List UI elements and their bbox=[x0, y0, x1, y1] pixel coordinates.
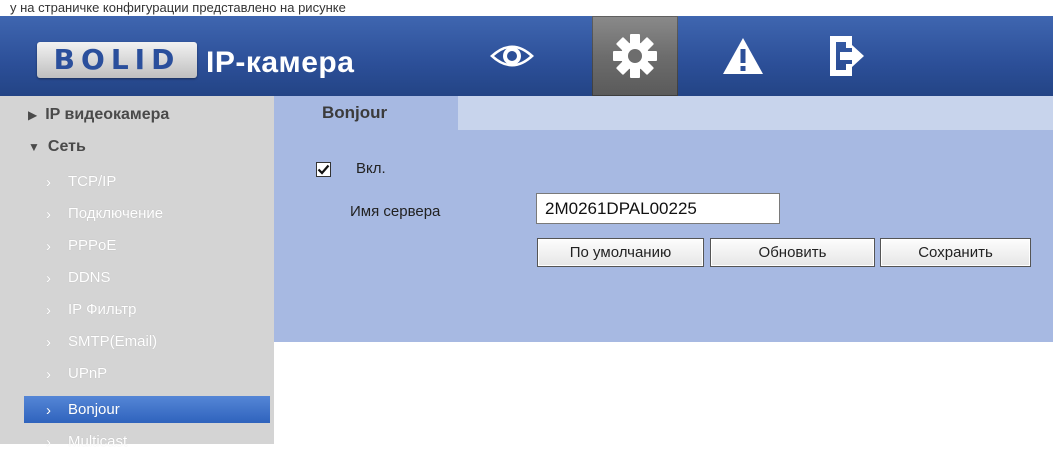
default-button[interactable]: По умолчанию bbox=[537, 238, 704, 267]
logo-text: BOLID bbox=[53, 43, 181, 76]
eye-icon bbox=[490, 45, 534, 67]
sidebar-item-label: PPPoE bbox=[68, 237, 117, 254]
sidebar-item-label: TCP/IP bbox=[68, 173, 117, 190]
sidebar-item-label: IP Фильтр bbox=[68, 301, 137, 318]
sidebar-item-pppoe[interactable]: › PPPoE bbox=[24, 232, 270, 259]
sidebar-item-label: Подключение bbox=[68, 205, 164, 222]
gear-icon bbox=[613, 34, 657, 78]
save-button[interactable]: Сохранить bbox=[880, 238, 1031, 267]
sidebar-item-label: Multicast bbox=[68, 433, 128, 450]
chevron-right-icon: › bbox=[46, 270, 51, 287]
sidebar-item-upnp[interactable]: › UPnP bbox=[24, 360, 270, 387]
sidebar-group-label: Сеть bbox=[47, 138, 86, 155]
chevron-right-icon: › bbox=[46, 366, 51, 383]
alarm-button[interactable] bbox=[700, 16, 786, 96]
expand-triangle-icon: ▶ bbox=[28, 108, 38, 122]
sidebar-group-label: IP видеокамера bbox=[45, 106, 170, 123]
content-area: Bonjour Вкл. Имя сервера По умолчанию Об… bbox=[274, 96, 1053, 444]
sidebar-item-tcpip[interactable]: › TCP/IP bbox=[24, 168, 270, 195]
sidebar-item-ddns[interactable]: › DDNS bbox=[24, 264, 270, 291]
chevron-right-icon: › bbox=[46, 206, 51, 223]
enable-checkbox[interactable] bbox=[316, 162, 331, 177]
warning-icon bbox=[723, 38, 763, 74]
checkmark-icon bbox=[317, 164, 330, 175]
chevron-right-icon: › bbox=[46, 174, 51, 191]
sidebar-item-connection[interactable]: › Подключение bbox=[24, 200, 270, 227]
server-name-input[interactable] bbox=[536, 193, 780, 224]
bolid-logo: BOLID bbox=[37, 42, 197, 78]
logout-icon bbox=[830, 36, 864, 76]
chevron-right-icon: › bbox=[46, 434, 51, 451]
sidebar-group-network[interactable]: ▼ Сеть bbox=[28, 138, 86, 156]
tab-bonjour[interactable]: Bonjour bbox=[274, 96, 458, 130]
enable-label: Вкл. bbox=[356, 160, 386, 177]
chevron-right-icon: › bbox=[46, 334, 51, 351]
live-view-button[interactable] bbox=[469, 16, 555, 96]
chevron-right-icon: › bbox=[46, 238, 51, 255]
chevron-right-icon: › bbox=[46, 402, 51, 419]
sidebar-item-label: DDNS bbox=[68, 269, 111, 286]
logout-button[interactable] bbox=[803, 16, 889, 96]
sidebar-item-label: SMTP(Email) bbox=[68, 333, 158, 350]
tab-bar: Bonjour bbox=[274, 96, 1053, 130]
sidebar-item-label: UPnP bbox=[68, 365, 108, 382]
product-title: IP-камера bbox=[206, 46, 355, 79]
sidebar-item-multicast[interactable]: › Multicast bbox=[24, 428, 270, 455]
sidebar-item-bonjour[interactable]: › Bonjour bbox=[24, 396, 270, 423]
sidebar-item-ip-filter[interactable]: › IP Фильтр bbox=[24, 296, 270, 323]
sidebar-group-ip-camera[interactable]: ▶ IP видеокамера bbox=[28, 106, 169, 124]
settings-button[interactable] bbox=[592, 16, 678, 96]
refresh-button[interactable]: Обновить bbox=[710, 238, 875, 267]
document-caption-fragment: у на страничке конфигурации представлено… bbox=[0, 0, 1053, 16]
sidebar-item-label: Bonjour bbox=[68, 401, 120, 418]
chevron-right-icon: › bbox=[46, 302, 51, 319]
collapse-triangle-icon: ▼ bbox=[28, 140, 40, 154]
server-name-label: Имя сервера bbox=[350, 203, 441, 220]
settings-sidebar: ▶ IP видеокамера ▼ Сеть › TCP/IP › Подкл… bbox=[0, 96, 274, 451]
bonjour-settings-panel: Вкл. Имя сервера По умолчанию Обновить С… bbox=[274, 130, 1053, 342]
sidebar-item-smtp[interactable]: › SMTP(Email) bbox=[24, 328, 270, 355]
